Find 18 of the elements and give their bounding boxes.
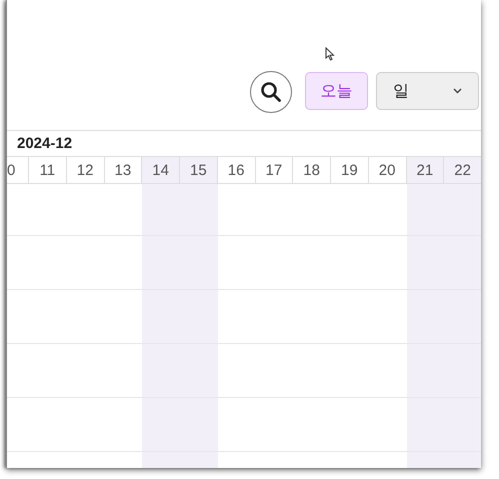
- search-button[interactable]: [250, 71, 292, 113]
- day-header: 18: [293, 157, 331, 183]
- cursor-icon: [325, 47, 335, 61]
- day-header: 16: [218, 157, 256, 183]
- chevron-down-icon: [453, 88, 462, 94]
- day-header: 19: [331, 157, 369, 183]
- day-header: 15: [180, 157, 218, 183]
- today-button[interactable]: 오늘: [305, 72, 368, 110]
- day-header: 21: [406, 157, 444, 183]
- day-header: 17: [256, 157, 294, 183]
- day-header: 11: [29, 157, 67, 183]
- day-header: 12: [66, 157, 104, 183]
- day-header: 0: [7, 157, 29, 183]
- day-header: 14: [142, 157, 180, 183]
- day-header: 22: [444, 157, 481, 183]
- view-dropdown[interactable]: 일: [376, 72, 479, 110]
- search-icon: [260, 81, 282, 103]
- month-label: 2024-12: [17, 135, 72, 152]
